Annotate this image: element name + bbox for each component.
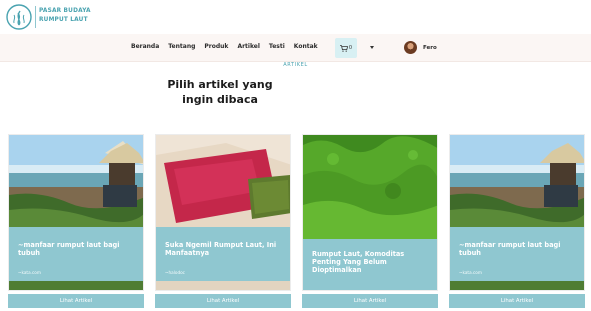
nav-link-kontak[interactable]: Kontak (294, 43, 318, 50)
view-article-button[interactable]: Lihat Artikel (449, 294, 585, 308)
brand-line-2: RUMPUT LAUT (39, 17, 88, 23)
article-card[interactable]: ~manfaar rumput laut bagi tubuh ~kata.co… (8, 134, 144, 291)
main-nav: Beranda Tentang Produk Artikel Testi Kon… (0, 34, 591, 62)
cart-icon (339, 44, 348, 52)
page-title: Pilih artikel yang ingin dibaca (167, 78, 273, 106)
user-name[interactable]: Fero (423, 45, 437, 51)
view-article-button[interactable]: Lihat Artikel (155, 294, 291, 308)
article-card[interactable]: ~manfaar rumput laut bagi tubuh ~kata.co… (449, 134, 585, 291)
chevron-down-icon[interactable] (370, 46, 374, 49)
card-title: Rumput Laut, Komoditas Penting Yang Belu… (312, 250, 405, 274)
avatar[interactable] (404, 41, 417, 54)
card-source: ~kata.com (18, 270, 41, 275)
nav-links: Beranda Tentang Produk Artikel Testi Kon… (131, 43, 327, 50)
nav-link-testi[interactable]: Testi (269, 43, 285, 50)
seaweed-logo-icon[interactable] (6, 4, 32, 30)
brand-name[interactable]: PASAR BUDAYA RUMPUT LAUT (39, 7, 91, 25)
card-title: ~manfaar rumput laut bagi tubuh (459, 241, 561, 257)
card-source: ~halodoc (165, 270, 185, 275)
brand-line-1: PASAR BUDAYA (39, 8, 91, 14)
card-source: ~kata.com (459, 270, 482, 275)
article-card[interactable]: Suka Ngemil Rumput Laut, Ini Manfaatnya … (155, 134, 291, 291)
card-title: Suka Ngemil Rumput Laut, Ini Manfaatnya (165, 241, 277, 257)
article-card[interactable]: Rumput Laut, Komoditas Penting Yang Belu… (302, 134, 438, 291)
card-title: ~manfaar rumput laut bagi tubuh (18, 241, 120, 257)
logo-bar: PASAR BUDAYA RUMPUT LAUT (0, 0, 591, 34)
view-article-button[interactable]: Lihat Artikel (8, 294, 144, 308)
view-article-button[interactable]: Lihat Artikel (302, 294, 438, 308)
cart-count: 0 (348, 45, 353, 51)
logo-divider (35, 6, 36, 28)
nav-link-beranda[interactable]: Beranda (131, 43, 159, 50)
nav-link-produk[interactable]: Produk (204, 43, 228, 50)
nav-link-artikel[interactable]: Artikel (237, 43, 259, 50)
section-label: ARTIKEL (283, 62, 308, 68)
cart-button[interactable]: 0 (335, 38, 357, 58)
nav-link-tentang[interactable]: Tentang (168, 43, 195, 50)
